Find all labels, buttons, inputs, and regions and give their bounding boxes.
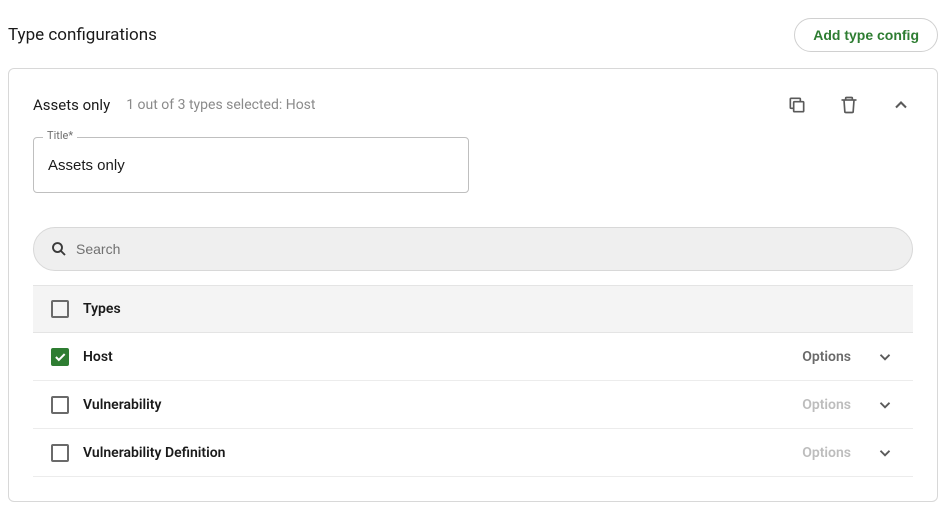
type-config-card: Assets only 1 out of 3 types selected: H… <box>8 68 938 502</box>
card-subtitle: 1 out of 3 types selected: Host <box>126 97 769 113</box>
trash-icon <box>839 95 859 115</box>
row-options-label: Options <box>802 445 851 461</box>
chevron-up-icon <box>891 95 911 115</box>
card-header: Assets only 1 out of 3 types selected: H… <box>33 93 913 117</box>
row-options-label: Options <box>802 349 851 365</box>
chevron-down-icon <box>876 348 894 366</box>
chevron-down-icon <box>876 396 894 414</box>
title-input[interactable] <box>33 137 469 193</box>
copy-icon <box>787 95 807 115</box>
page-header: Type configurations Add type config <box>8 18 938 52</box>
copy-button[interactable] <box>785 93 809 117</box>
search-field[interactable] <box>33 227 913 271</box>
row-checkbox[interactable] <box>51 444 69 462</box>
row-expand-button[interactable] <box>875 443 895 463</box>
table-row: Host Options <box>33 333 913 381</box>
page-title: Type configurations <box>8 25 157 45</box>
table-row: Vulnerability Options <box>33 381 913 429</box>
title-field-label: Title* <box>43 129 77 142</box>
row-expand-button[interactable] <box>875 347 895 367</box>
row-label: Host <box>83 349 788 365</box>
types-table-header: Types <box>33 285 913 333</box>
row-label: Vulnerability <box>83 397 788 413</box>
check-icon <box>53 350 67 364</box>
collapse-button[interactable] <box>889 93 913 117</box>
row-checkbox[interactable] <box>51 348 69 366</box>
chevron-down-icon <box>876 444 894 462</box>
title-field: Title* <box>33 137 913 193</box>
types-column-header: Types <box>83 301 121 317</box>
table-row: Vulnerability Definition Options <box>33 429 913 477</box>
row-label: Vulnerability Definition <box>83 445 788 461</box>
delete-button[interactable] <box>837 93 861 117</box>
row-expand-button[interactable] <box>875 395 895 415</box>
search-icon <box>50 240 68 258</box>
card-title: Assets only <box>33 96 110 114</box>
add-type-config-button[interactable]: Add type config <box>794 18 938 52</box>
select-all-checkbox[interactable] <box>51 300 69 318</box>
row-options-label: Options <box>802 397 851 413</box>
row-checkbox[interactable] <box>51 396 69 414</box>
search-input[interactable] <box>76 241 896 257</box>
